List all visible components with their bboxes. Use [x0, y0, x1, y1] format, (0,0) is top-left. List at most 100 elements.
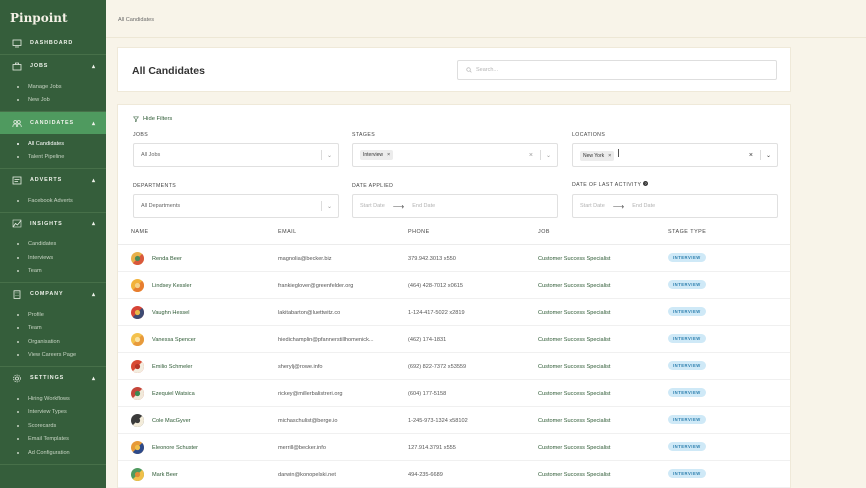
locations-filter-select[interactable]: New York × × ⌄ [572, 143, 778, 167]
sidebar-item-manage-jobs[interactable]: Manage Jobs [0, 80, 106, 94]
candidate-job[interactable]: Customer Success Specialist [538, 472, 610, 478]
column-header-stage-type[interactable]: STAGE TYPE [668, 229, 706, 235]
last-activity-range[interactable]: Start Date ⟶ End Date [572, 194, 778, 218]
sidebar-section-insights[interactable]: INSIGHTS ▴ [0, 213, 106, 235]
sidebar-item-view-careers-page[interactable]: View Careers Page [0, 349, 106, 363]
candidate-job[interactable]: Customer Success Specialist [538, 337, 610, 343]
sidebar-section-jobs[interactable]: JOBS ▴ [0, 55, 106, 77]
hide-filters-toggle[interactable]: Hide Filters [133, 116, 172, 122]
candidate-job[interactable]: Customer Success Specialist [538, 418, 610, 424]
bullet-icon [17, 313, 19, 316]
avatar [131, 279, 144, 292]
candidate-phone: (692) 822-7372 x53559 [408, 364, 467, 370]
sidebar-item-facebook-adverts[interactable]: Facebook Adverts [0, 194, 106, 208]
clear-icon[interactable]: × [529, 152, 533, 159]
remove-chip-icon[interactable]: × [387, 152, 390, 158]
date-applied-end[interactable]: End Date [412, 203, 435, 209]
search-input[interactable] [476, 67, 756, 73]
candidate-job[interactable]: Customer Success Specialist [538, 391, 610, 397]
sidebar-item-team[interactable]: Team [0, 322, 106, 336]
candidate-name[interactable]: Lindsey Kessler [152, 283, 192, 289]
sidebar-item-candidates[interactable]: Candidates [0, 238, 106, 252]
table-row[interactable]: Mark Beer darwin@konopelski.net 494-235-66… [118, 461, 790, 488]
sidebar-item-email-templates[interactable]: Email Templates [0, 433, 106, 447]
sidebar-section-dashboard[interactable]: DASHBOARD [0, 32, 106, 54]
candidate-name[interactable]: Mark Beer [152, 472, 178, 478]
sidebar-item-profile[interactable]: Profile [0, 308, 106, 322]
table-row[interactable]: Ezequiel Watsica rickey@millerbalistreri.… [118, 380, 790, 407]
sidebar-item-hiring-workflows[interactable]: Hiring Workflows [0, 392, 106, 406]
column-header-email[interactable]: EMAIL [278, 229, 297, 235]
chevron-down-icon[interactable]: ⌄ [766, 152, 771, 159]
candidate-name[interactable]: Renda Beer [152, 256, 182, 262]
column-header-job[interactable]: JOB [538, 229, 550, 235]
chevron-up-icon[interactable]: ▴ [90, 291, 98, 298]
chevron-down-icon[interactable]: ⌄ [327, 203, 332, 210]
table-row[interactable]: Cole MacGyver michaschulist@berge.io 1-245… [118, 407, 790, 434]
candidate-name[interactable]: Emilio Schmeler [152, 364, 192, 370]
chevron-up-icon[interactable]: ▴ [90, 177, 98, 184]
bullet-icon [17, 243, 19, 246]
search-box[interactable] [457, 60, 777, 80]
select-separator [539, 150, 541, 160]
candidate-name[interactable]: Eleonore Schuster [152, 445, 198, 451]
sidebar-section-candidates[interactable]: CANDIDATES ▴ [0, 112, 106, 134]
sidebar-item-ad-configuration[interactable]: Ad Configuration [0, 446, 106, 460]
candidate-email: frankieglover@greenfelder.org [278, 283, 354, 289]
table-row[interactable]: Emilio Schmeler sherylj@rowe.info (692) 82… [118, 353, 790, 380]
candidate-job[interactable]: Customer Success Specialist [538, 256, 610, 262]
column-header-phone[interactable]: PHONE [408, 229, 430, 235]
remove-chip-icon[interactable]: × [608, 153, 611, 159]
chevron-down-icon[interactable]: ⌄ [546, 152, 551, 159]
table-row[interactable]: Vaughn Hessel lakitabarton@luettwitz.co 1-… [118, 299, 790, 326]
candidate-name[interactable]: Ezequiel Watsica [152, 391, 195, 397]
date-applied-start[interactable]: Start Date [360, 203, 385, 209]
location-chip: New York × [580, 151, 615, 161]
chevron-down-icon[interactable]: ⌄ [327, 152, 332, 159]
sidebar-section-adverts[interactable]: ADVERTS ▴ [0, 169, 106, 191]
chevron-up-icon[interactable]: ▴ [90, 375, 98, 382]
departments-filter-select[interactable]: All Departments ⌄ [133, 194, 339, 218]
date-applied-range[interactable]: Start Date ⟶ End Date [352, 194, 558, 218]
sidebar-item-talent-pipeline[interactable]: Talent Pipeline [0, 151, 106, 165]
candidate-job[interactable]: Customer Success Specialist [538, 445, 610, 451]
brand-logo[interactable]: Pinpoint [0, 0, 106, 32]
candidate-name[interactable]: Vanessa Spencer [152, 337, 196, 343]
last-activity-end[interactable]: End Date [632, 203, 655, 209]
info-icon[interactable]: ? [643, 181, 649, 186]
last-activity-start[interactable]: Start Date [580, 203, 605, 209]
sidebar-sublist: Candidates Interviews Team [0, 235, 106, 283]
candidate-phone: (462) 174-1831 [408, 337, 447, 343]
sidebar-item-all-candidates[interactable]: All Candidates [0, 137, 106, 151]
table-row[interactable]: Vanessa Spencer hiedichamplin@pfannerstil… [118, 326, 790, 353]
chevron-up-icon[interactable]: ▴ [90, 220, 98, 227]
candidate-job[interactable]: Customer Success Specialist [538, 283, 610, 289]
sidebar-item-interviews[interactable]: Interviews [0, 251, 106, 265]
sidebar-item-team[interactable]: Team [0, 265, 106, 279]
candidate-name[interactable]: Vaughn Hessel [152, 310, 190, 316]
table-row[interactable]: Renda Beer magnolia@becker.biz 379.942.301… [118, 245, 790, 272]
table-row[interactable]: Lindsey Kessler frankieglover@greenfelder… [118, 272, 790, 299]
candidate-name[interactable]: Cole MacGyver [152, 418, 191, 424]
chevron-up-icon[interactable]: ▴ [90, 63, 98, 70]
candidate-job[interactable]: Customer Success Specialist [538, 364, 610, 370]
column-header-name[interactable]: NAME [131, 229, 149, 235]
bullet-icon [17, 451, 19, 454]
candidate-job[interactable]: Customer Success Specialist [538, 310, 610, 316]
sidebar-item-new-job[interactable]: New Job [0, 94, 106, 108]
clear-icon[interactable]: × [749, 152, 753, 159]
jobs-filter-select[interactable]: All Jobs ⌄ [133, 143, 339, 167]
avatar [131, 252, 144, 265]
chevron-up-icon[interactable]: ▴ [90, 120, 98, 127]
last-activity-label-text: DATE OF LAST ACTIVITY [572, 182, 642, 188]
sidebar-item-scorecards[interactable]: Scorecards [0, 419, 106, 433]
sidebar-item-interview-types[interactable]: Interview Types [0, 406, 106, 420]
sidebar-section-company[interactable]: COMPANY ▴ [0, 283, 106, 305]
bullet-icon [17, 85, 19, 88]
sidebar-section-settings[interactable]: SETTINGS ▴ [0, 367, 106, 389]
arrow-right-icon: ⟶ [392, 201, 405, 211]
bullet-icon [17, 99, 19, 102]
table-row[interactable]: Eleonore Schuster merrill@becker.info 127.… [118, 434, 790, 461]
sidebar-item-organisation[interactable]: Organisation [0, 335, 106, 349]
stages-filter-select[interactable]: Interview × × ⌄ [352, 143, 558, 167]
